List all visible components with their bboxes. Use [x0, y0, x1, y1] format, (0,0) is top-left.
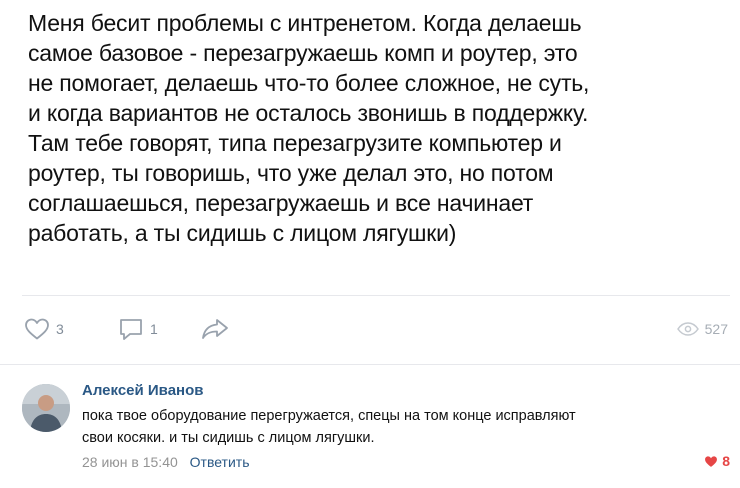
post-text-line: не помогает, делаешь что-то более сложно…	[28, 70, 590, 96]
comment-author-link[interactable]: Алексей Иванов	[82, 382, 203, 399]
eye-icon	[676, 322, 699, 336]
comments-divider	[0, 364, 740, 365]
comment-like-button[interactable]: 8	[704, 453, 730, 469]
heart-filled-icon	[705, 455, 718, 467]
views-counter: 527	[676, 311, 728, 347]
like-button[interactable]: 3	[24, 311, 64, 347]
comment-date[interactable]: 28 июн в 15:40	[82, 454, 178, 470]
views-count: 527	[704, 321, 728, 337]
post-text-line: Меня бесит проблемы с интренетом. Когда …	[28, 10, 582, 36]
post-divider	[22, 295, 730, 296]
post-text-line: роутер, ты говоришь, что уже делал это, …	[28, 160, 554, 186]
post-text-line: и когда вариантов не осталось звонишь в …	[28, 100, 589, 126]
post-text-line: Там тебе говорят, типа перезагрузите ком…	[28, 130, 562, 156]
comment-count: 1	[150, 321, 158, 337]
comment-item: Алексей Иванов пока твое оборудование пе…	[22, 378, 734, 488]
comment-text: пока твое оборудование перегружается, сп…	[82, 405, 732, 449]
heart-outline-icon	[25, 318, 49, 340]
comment-icon	[120, 319, 142, 340]
post-actions-bar: 3 1 527	[22, 311, 730, 347]
comment-meta: 28 июн в 15:40 Ответить	[82, 454, 250, 470]
post-text-line: работать, а ты сидишь с лицом лягушки)	[28, 220, 457, 246]
avatar-photo	[22, 384, 70, 432]
share-button[interactable]	[200, 311, 230, 347]
comment-text-line: свои косяки. и ты сидишь с лицом лягушки…	[82, 430, 375, 446]
like-count: 3	[56, 321, 64, 337]
post-text: Меня бесит проблемы с интренетом. Когда …	[28, 8, 728, 248]
comment-like-count: 8	[722, 453, 730, 469]
comment-button[interactable]: 1	[118, 311, 158, 347]
share-arrow-icon	[202, 319, 228, 339]
post-text-line: соглашаешься, перезагружаешь и все начин…	[28, 190, 534, 216]
post-text-line: самое базовое - перезагружаешь комп и ро…	[28, 40, 578, 66]
avatar[interactable]	[22, 384, 70, 432]
comment-text-line: пока твое оборудование перегружается, сп…	[82, 408, 576, 424]
reply-button[interactable]: Ответить	[190, 454, 250, 470]
